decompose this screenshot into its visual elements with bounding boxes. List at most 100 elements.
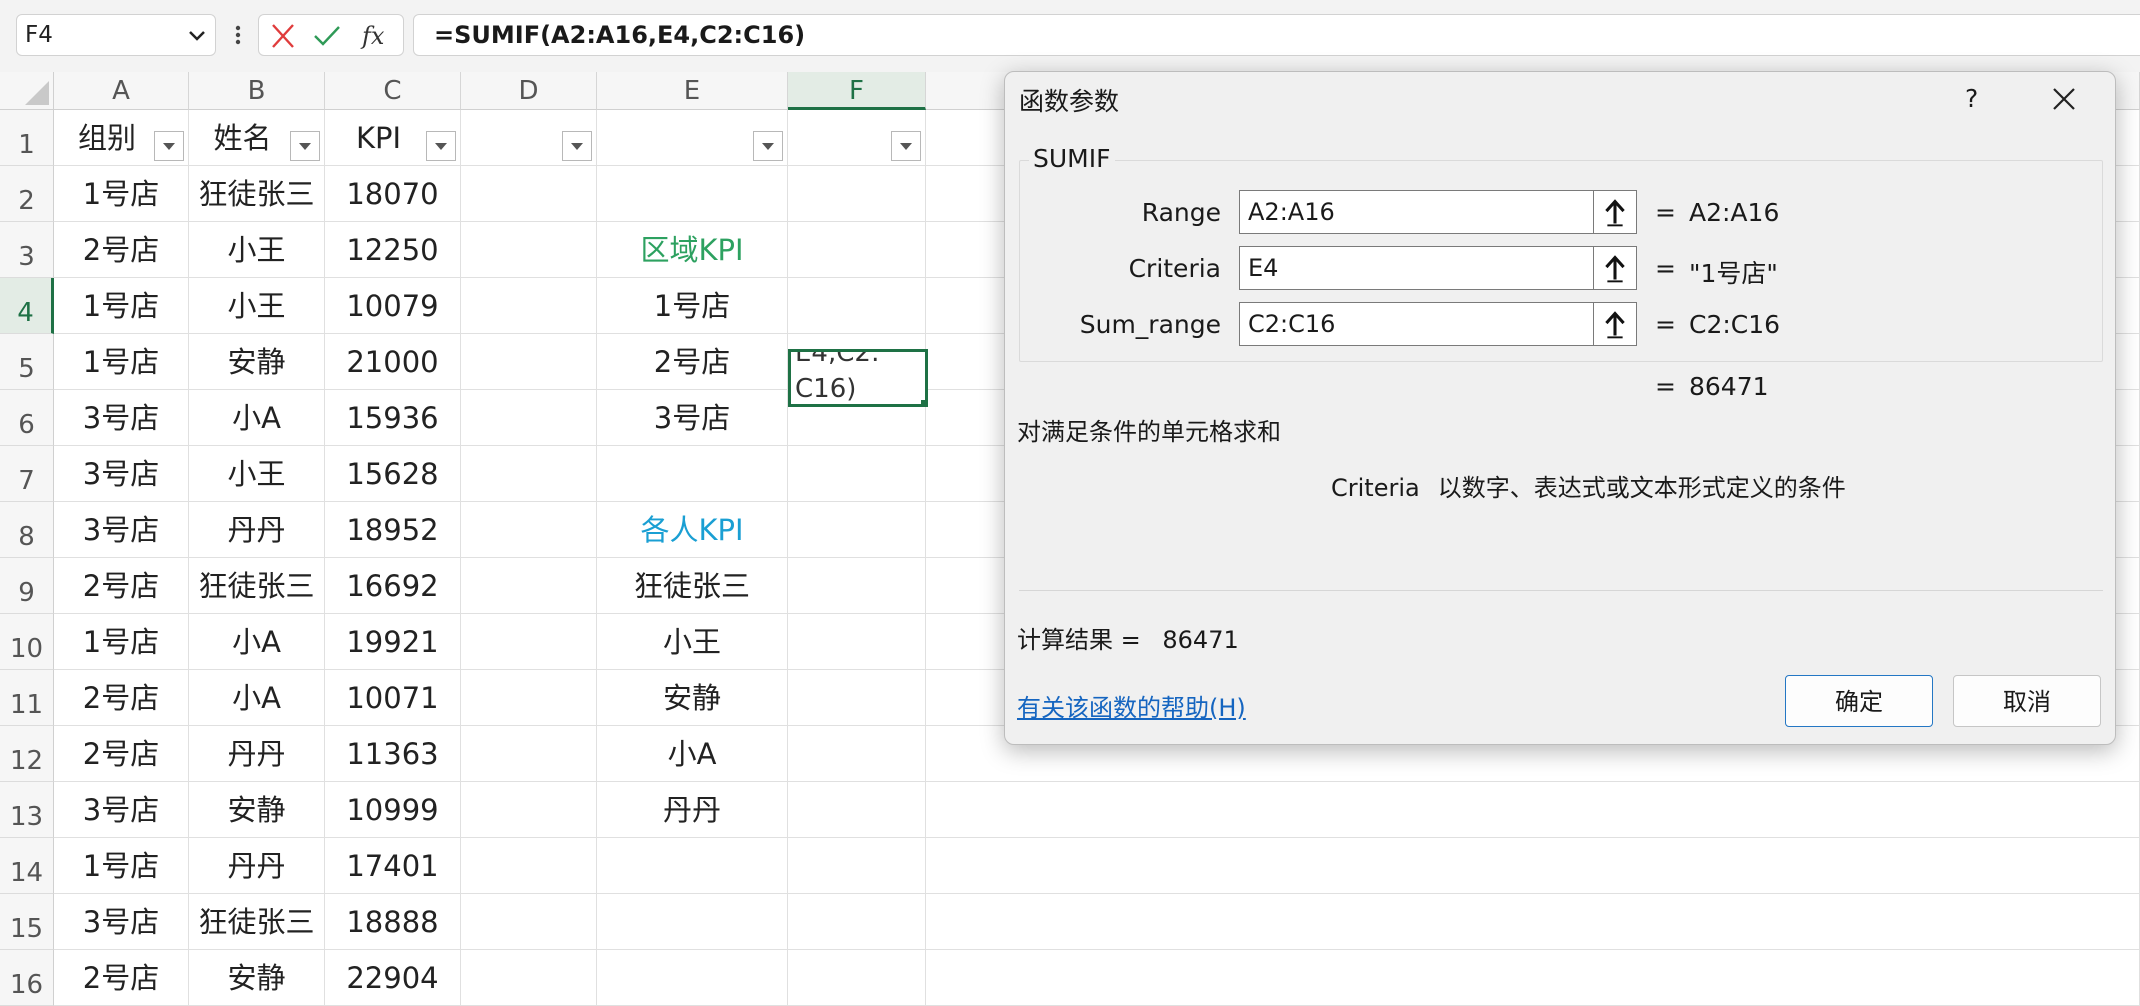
select-all-corner[interactable] — [0, 72, 54, 110]
cell-a3[interactable]: 2号店 — [54, 222, 189, 278]
cell-a7[interactable]: 3号店 — [54, 446, 189, 502]
confirm-check-icon[interactable] — [311, 21, 343, 51]
fill-handle[interactable] — [921, 400, 925, 404]
row-header-10[interactable]: 10 — [0, 614, 54, 670]
cell-b2[interactable]: 狂徒张三 — [189, 166, 325, 222]
cell-c8[interactable]: 18952 — [325, 502, 461, 558]
row-header-13[interactable]: 13 — [0, 782, 54, 838]
cell-b15[interactable]: 狂徒张三 — [189, 894, 325, 950]
cell-e10[interactable]: 小王 — [597, 614, 788, 670]
cell-c2[interactable]: 18070 — [325, 166, 461, 222]
cell-g14[interactable] — [926, 838, 2140, 894]
row-header-4[interactable]: 4 — [0, 278, 54, 334]
cell-a13[interactable]: 3号店 — [54, 782, 189, 838]
cancel-icon[interactable] — [267, 21, 299, 51]
cell-a6[interactable]: 3号店 — [54, 390, 189, 446]
chevron-down-icon[interactable] — [185, 23, 209, 47]
cell-f9[interactable] — [788, 558, 926, 614]
cell-d8[interactable] — [461, 502, 597, 558]
cell-d3[interactable] — [461, 222, 597, 278]
filter-dropdown-icon[interactable] — [562, 131, 592, 161]
column-header-a[interactable]: A — [54, 72, 189, 110]
cell-e8[interactable]: 各人KPI — [597, 502, 788, 558]
cell-c7[interactable]: 15628 — [325, 446, 461, 502]
row-header-12[interactable]: 12 — [0, 726, 54, 782]
row-header-16[interactable]: 16 — [0, 950, 54, 1006]
cell-a15[interactable]: 3号店 — [54, 894, 189, 950]
cell-f4[interactable] — [788, 278, 926, 334]
cell-c3[interactable]: 12250 — [325, 222, 461, 278]
cell-b9[interactable]: 狂徒张三 — [189, 558, 325, 614]
cell-c9[interactable]: 16692 — [325, 558, 461, 614]
sum-range-input[interactable]: C2:C16 — [1239, 302, 1597, 346]
cell-e7[interactable] — [597, 446, 788, 502]
column-header-c[interactable]: C — [325, 72, 461, 110]
cell-e4[interactable]: 1号店 — [597, 278, 788, 334]
row-header-14[interactable]: 14 — [0, 838, 54, 894]
cell-d5[interactable] — [461, 334, 597, 390]
cell-d2[interactable] — [461, 166, 597, 222]
cell-b5[interactable]: 安静 — [189, 334, 325, 390]
header-cell-d[interactable] — [461, 110, 597, 166]
cancel-button[interactable]: 取消 — [1953, 675, 2101, 727]
cell-d11[interactable] — [461, 670, 597, 726]
criteria-input[interactable]: E4 — [1239, 246, 1597, 290]
cell-b10[interactable]: 小A — [189, 614, 325, 670]
cell-d13[interactable] — [461, 782, 597, 838]
cell-c13[interactable]: 10999 — [325, 782, 461, 838]
cell-b3[interactable]: 小王 — [189, 222, 325, 278]
cell-b8[interactable]: 丹丹 — [189, 502, 325, 558]
ok-button[interactable]: 确定 — [1785, 675, 1933, 727]
cell-d7[interactable] — [461, 446, 597, 502]
header-cell-c[interactable]: KPI — [325, 110, 461, 166]
cell-f7[interactable] — [788, 446, 926, 502]
header-cell-b[interactable]: 姓名 — [189, 110, 325, 166]
cell-e13[interactable]: 丹丹 — [597, 782, 788, 838]
cell-b6[interactable]: 小A — [189, 390, 325, 446]
row-header-1[interactable]: 1 — [0, 110, 54, 166]
row-header-11[interactable]: 11 — [0, 670, 54, 726]
row-header-7[interactable]: 7 — [0, 446, 54, 502]
row-header-5[interactable]: 5 — [0, 334, 54, 390]
cell-e6[interactable]: 3号店 — [597, 390, 788, 446]
column-header-f[interactable]: F — [788, 72, 926, 110]
cell-g15[interactable] — [926, 894, 2140, 950]
cell-f3[interactable] — [788, 222, 926, 278]
active-cell-f4[interactable]: E4,C2: C16) — [788, 349, 928, 407]
filter-dropdown-icon[interactable] — [290, 131, 320, 161]
cell-e14[interactable] — [597, 838, 788, 894]
header-cell-a[interactable]: 组别 — [54, 110, 189, 166]
cell-d10[interactable] — [461, 614, 597, 670]
cell-c16[interactable]: 22904 — [325, 950, 461, 1006]
row-header-3[interactable]: 3 — [0, 222, 54, 278]
collapse-dialog-arrow-icon[interactable] — [1593, 302, 1637, 346]
help-icon[interactable]: ? — [1965, 84, 1978, 113]
cell-d12[interactable] — [461, 726, 597, 782]
cell-e5[interactable]: 2号店 — [597, 334, 788, 390]
insert-function-icon[interactable]: fx — [359, 21, 391, 51]
cell-c5[interactable]: 21000 — [325, 334, 461, 390]
cell-c14[interactable]: 17401 — [325, 838, 461, 894]
cell-f11[interactable] — [788, 670, 926, 726]
cell-a5[interactable]: 1号店 — [54, 334, 189, 390]
cell-b11[interactable]: 小A — [189, 670, 325, 726]
cell-a11[interactable]: 2号店 — [54, 670, 189, 726]
cell-c12[interactable]: 11363 — [325, 726, 461, 782]
filter-dropdown-icon[interactable] — [426, 131, 456, 161]
range-input[interactable]: A2:A16 — [1239, 190, 1597, 234]
cell-d16[interactable] — [461, 950, 597, 1006]
header-cell-e[interactable] — [597, 110, 788, 166]
collapse-dialog-arrow-icon[interactable] — [1593, 190, 1637, 234]
cell-b4[interactable]: 小王 — [189, 278, 325, 334]
cell-b12[interactable]: 丹丹 — [189, 726, 325, 782]
cell-f8[interactable] — [788, 502, 926, 558]
formula-input[interactable]: =SUMIF(A2:A16,E4,C2:C16) — [413, 14, 2140, 56]
collapse-dialog-arrow-icon[interactable] — [1593, 246, 1637, 290]
cell-b14[interactable]: 丹丹 — [189, 838, 325, 894]
cell-f15[interactable] — [788, 894, 926, 950]
filter-dropdown-icon[interactable] — [753, 131, 783, 161]
cell-f2[interactable] — [788, 166, 926, 222]
filter-dropdown-icon[interactable] — [154, 131, 184, 161]
cell-f16[interactable] — [788, 950, 926, 1006]
cell-b13[interactable]: 安静 — [189, 782, 325, 838]
